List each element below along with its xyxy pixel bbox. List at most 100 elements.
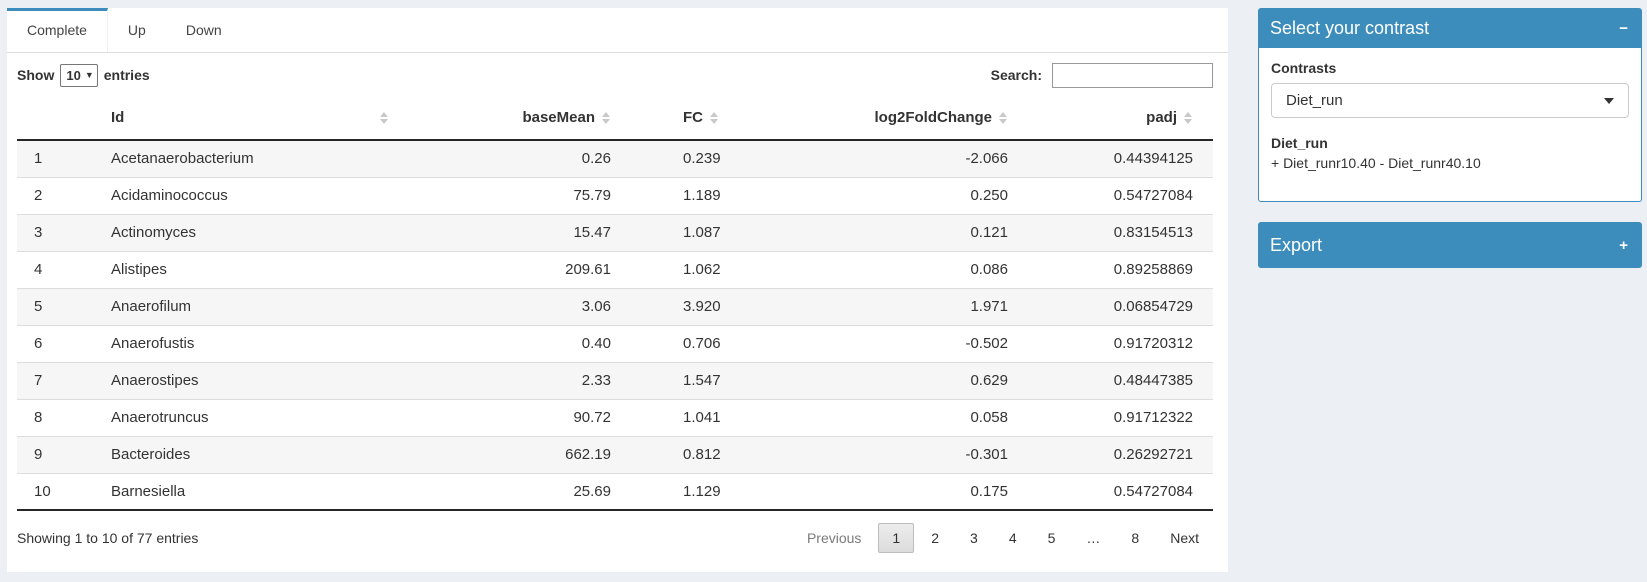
header-padj[interactable]: padj xyxy=(1017,96,1213,140)
tab-complete[interactable]: Complete xyxy=(7,8,108,52)
cell-padj: 0.48447385 xyxy=(1017,362,1213,399)
tab-up[interactable]: Up xyxy=(108,8,166,52)
cell-rownum: 3 xyxy=(17,214,97,251)
contrast-box-header: Select your contrast − xyxy=(1258,8,1642,48)
cell-rownum: 9 xyxy=(17,436,97,473)
table-row[interactable]: 2Acidaminococcus75.791.1890.2500.5472708… xyxy=(17,177,1213,214)
table-row[interactable]: 8Anaerotruncus90.721.0410.0580.91712322 xyxy=(17,399,1213,436)
cell-basemean: 25.69 xyxy=(397,473,617,510)
header-rownum xyxy=(17,96,97,140)
cell-id: Actinomyces xyxy=(97,214,397,251)
cell-log2foldchange: 1.971 xyxy=(817,288,1017,325)
header-log2foldchange-label: log2FoldChange xyxy=(875,109,993,126)
cell-basemean: 0.40 xyxy=(397,325,617,362)
results-table: Id baseMean FC log2FoldChange padj xyxy=(17,96,1213,511)
cell-basemean: 2.33 xyxy=(397,362,617,399)
table-row[interactable]: 1Acetanaerobacterium0.260.239-2.0660.443… xyxy=(17,140,1213,177)
export-box-header: Export + xyxy=(1258,222,1642,268)
table-row[interactable]: 9Bacteroides662.190.812-0.3010.26292721 xyxy=(17,436,1213,473)
cell-fc: 0.812 xyxy=(617,436,817,473)
cell-padj: 0.26292721 xyxy=(1017,436,1213,473)
contrast-select-value: Diet_run xyxy=(1286,92,1343,109)
cell-rownum: 2 xyxy=(17,177,97,214)
cell-fc: 1.041 xyxy=(617,399,817,436)
tab-down[interactable]: Down xyxy=(166,8,242,52)
cell-log2foldchange: -0.301 xyxy=(817,436,1017,473)
cell-rownum: 1 xyxy=(17,140,97,177)
table-footer: Showing 1 to 10 of 77 entries Previous12… xyxy=(7,523,1228,553)
search-control: Search: xyxy=(991,63,1213,88)
table-controls: Show 10 ▼ entries Search: xyxy=(7,62,1228,88)
header-basemean-label: baseMean xyxy=(522,109,595,126)
cell-id: Alistipes xyxy=(97,251,397,288)
table-info: Showing 1 to 10 of 77 entries xyxy=(17,530,198,546)
pagination-page[interactable]: 8 xyxy=(1117,523,1153,553)
search-label: Search: xyxy=(991,67,1042,83)
header-id[interactable]: Id xyxy=(97,96,397,140)
sort-both-icon xyxy=(602,112,611,124)
table-row[interactable]: 3Actinomyces15.471.0870.1210.83154513 xyxy=(17,214,1213,251)
search-input[interactable] xyxy=(1052,63,1213,88)
cell-id: Anaerofilum xyxy=(97,288,397,325)
cell-basemean: 90.72 xyxy=(397,399,617,436)
chevron-down-icon xyxy=(1604,98,1614,104)
cell-log2foldchange: -2.066 xyxy=(817,140,1017,177)
table-row[interactable]: 10Barnesiella25.691.1290.1750.54727084 xyxy=(17,473,1213,510)
contrast-name: Diet_run xyxy=(1271,135,1629,151)
header-log2foldchange[interactable]: log2FoldChange xyxy=(817,96,1017,140)
cell-fc: 0.239 xyxy=(617,140,817,177)
pagination-page[interactable]: 3 xyxy=(956,523,992,553)
cell-rownum: 10 xyxy=(17,473,97,510)
cell-id: Anaerotruncus xyxy=(97,399,397,436)
pagination-page[interactable]: 2 xyxy=(917,523,953,553)
cell-basemean: 15.47 xyxy=(397,214,617,251)
pagination-page[interactable]: 4 xyxy=(995,523,1031,553)
page-length-select[interactable]: 10 ▼ xyxy=(60,64,97,87)
cell-log2foldchange: -0.502 xyxy=(817,325,1017,362)
cell-rownum: 6 xyxy=(17,325,97,362)
cell-padj: 0.83154513 xyxy=(1017,214,1213,251)
results-panel: Complete Up Down Show 10 ▼ entries Searc… xyxy=(7,8,1228,572)
pagination-next[interactable]: Next xyxy=(1156,523,1213,553)
cell-id: Bacteroides xyxy=(97,436,397,473)
contrast-select[interactable]: Diet_run xyxy=(1271,83,1629,118)
table-row[interactable]: 7Anaerostipes2.331.5470.6290.48447385 xyxy=(17,362,1213,399)
table-row[interactable]: 5Anaerofilum3.063.9201.9710.06854729 xyxy=(17,288,1213,325)
tab-bar: Complete Up Down xyxy=(7,8,1228,53)
cell-id: Anaerofustis xyxy=(97,325,397,362)
cell-rownum: 4 xyxy=(17,251,97,288)
header-fc[interactable]: FC xyxy=(617,96,817,140)
cell-id: Acidaminococcus xyxy=(97,177,397,214)
cell-padj: 0.54727084 xyxy=(1017,177,1213,214)
cell-basemean: 0.26 xyxy=(397,140,617,177)
pagination-page[interactable]: 5 xyxy=(1034,523,1070,553)
cell-fc: 1.189 xyxy=(617,177,817,214)
header-padj-label: padj xyxy=(1146,109,1177,126)
table-body: 1Acetanaerobacterium0.260.239-2.0660.443… xyxy=(17,140,1213,510)
select-arrow-icon: ▼ xyxy=(85,70,94,80)
cell-fc: 0.706 xyxy=(617,325,817,362)
cell-log2foldchange: 0.121 xyxy=(817,214,1017,251)
cell-id: Anaerostipes xyxy=(97,362,397,399)
cell-id: Barnesiella xyxy=(97,473,397,510)
table-wrapper: Id baseMean FC log2FoldChange padj xyxy=(7,96,1228,511)
header-fc-label: FC xyxy=(683,109,703,126)
cell-id: Acetanaerobacterium xyxy=(97,140,397,177)
collapse-minus-icon[interactable]: − xyxy=(1619,21,1628,36)
pagination-ellipsis: … xyxy=(1072,523,1114,553)
sort-both-icon xyxy=(380,112,389,124)
sort-both-icon xyxy=(710,112,719,124)
table-row[interactable]: 4Alistipes209.611.0620.0860.89258869 xyxy=(17,251,1213,288)
pagination-page[interactable]: 1 xyxy=(878,523,914,553)
cell-log2foldchange: 0.058 xyxy=(817,399,1017,436)
cell-fc: 1.062 xyxy=(617,251,817,288)
expand-plus-icon[interactable]: + xyxy=(1619,238,1628,253)
entries-label: entries xyxy=(104,67,150,83)
cell-log2foldchange: 0.250 xyxy=(817,177,1017,214)
header-id-label: Id xyxy=(111,109,124,126)
header-basemean[interactable]: baseMean xyxy=(397,96,617,140)
table-header-row: Id baseMean FC log2FoldChange padj xyxy=(17,96,1213,140)
table-row[interactable]: 6Anaerofustis0.400.706-0.5020.91720312 xyxy=(17,325,1213,362)
page-length-control: Show 10 ▼ entries xyxy=(17,64,150,87)
pagination-previous[interactable]: Previous xyxy=(793,523,875,553)
